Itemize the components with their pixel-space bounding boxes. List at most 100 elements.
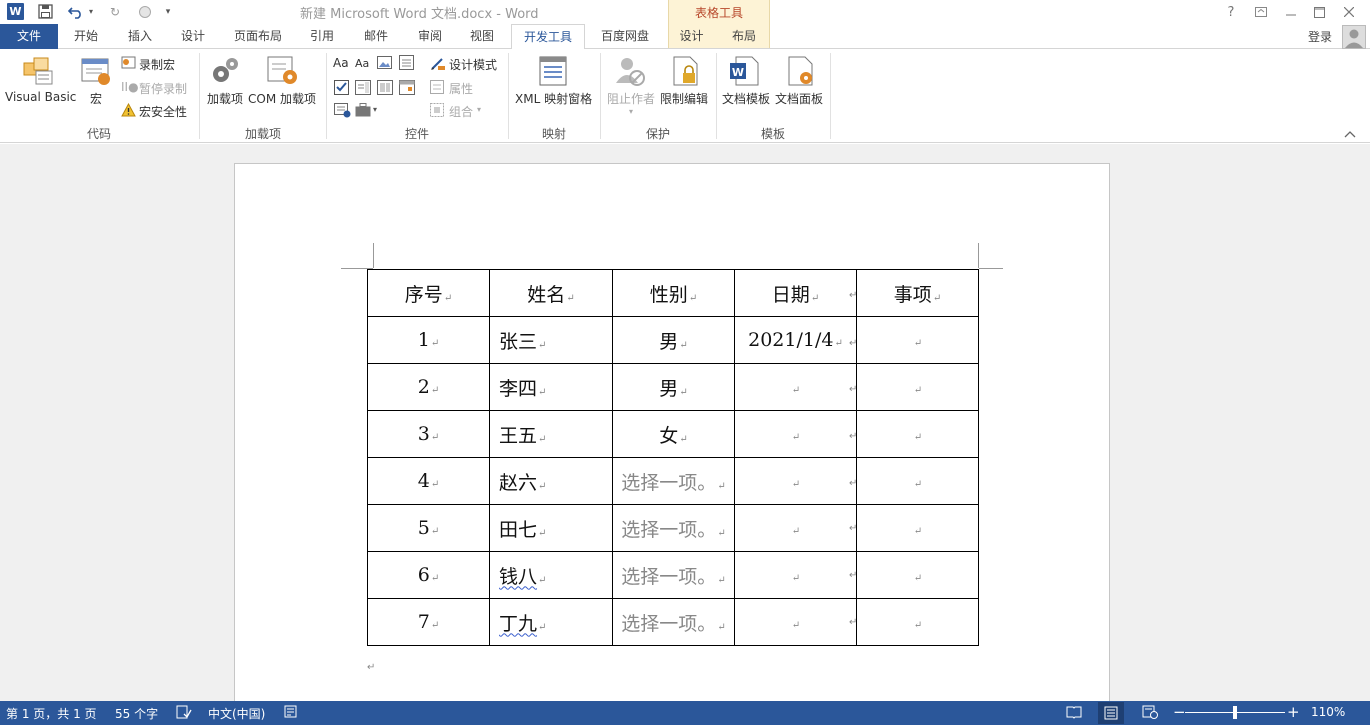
save-icon[interactable] [36,3,54,20]
data-table[interactable]: 序号↵ 姓名↵ 性别↵ 日期↵ 事项↵ 1↵ 张三↵ 男↵ 2021/1/4↵ … [367,269,979,646]
table-header-cell[interactable]: 姓名↵ [489,269,613,317]
zoom-slider-thumb[interactable] [1233,706,1237,719]
page-count[interactable]: 第 1 页，共 1 页 [6,705,97,722]
pause-recording-button[interactable]: 暂停录制 [139,80,187,97]
tab-view[interactable]: 视图 [458,24,506,49]
tab-page-layout[interactable]: 页面布局 [226,24,290,49]
group-button[interactable]: 组合 [449,103,473,120]
tab-design[interactable]: 设计 [169,24,217,49]
tab-file[interactable]: 文件 [0,24,58,49]
table-cell-gender[interactable]: 男↵ [612,316,735,364]
undo-dropdown-icon[interactable]: ▾ [86,3,96,20]
table-cell-item[interactable]: ↵ [856,316,979,364]
zoom-level[interactable]: 110% [1311,705,1345,719]
zoom-in-button[interactable]: + [1287,703,1300,721]
checkbox-control-icon[interactable] [334,80,349,98]
macro-recording-icon[interactable] [284,705,298,722]
document-template-button[interactable]: 文档模板 [722,90,770,107]
gender-dropdown-control[interactable]: 选择一项。↵ [612,504,735,552]
table-header-cell[interactable]: 序号↵ [367,269,490,317]
word-app-icon[interactable]: W [7,3,24,20]
xml-mapping-pane-button[interactable]: XML 映射窗格 [515,90,592,107]
table-cell-item[interactable]: ↵ [856,363,979,411]
read-mode-icon[interactable] [1066,705,1082,722]
visual-basic-button[interactable]: Visual Basic [5,90,76,104]
redo-icon[interactable]: ↻ [106,3,124,20]
table-header-cell[interactable]: 事项↵ [856,269,979,317]
tab-insert[interactable]: 插入 [116,24,164,49]
dropdown-list-control-icon[interactable] [377,80,393,98]
language-indicator[interactable]: 中文(中国) [208,705,265,722]
table-cell-name[interactable]: 钱八↵ [489,551,613,599]
table-cell-name[interactable]: 李四↵ [489,363,613,411]
close-icon[interactable] [1338,2,1360,22]
table-cell-name[interactable]: 丁九↵ [489,598,613,646]
repeating-section-control-icon[interactable] [334,103,352,121]
document-page[interactable]: 序号↵ 姓名↵ 性别↵ 日期↵ 事项↵ 1↵ 张三↵ 男↵ 2021/1/4↵ … [234,163,1110,701]
combo-box-control-icon[interactable] [355,80,371,98]
table-cell-date[interactable]: 2021/1/4↵ [734,316,857,364]
table-cell-no[interactable]: 6↵ [367,551,490,599]
table-cell-no[interactable]: 1↵ [367,316,490,364]
table-cell-item[interactable]: ↵ [856,551,979,599]
picture-control-icon[interactable] [377,56,392,72]
design-mode-button[interactable]: 设计模式 [449,56,497,73]
tab-references[interactable]: 引用 [298,24,346,49]
tab-home[interactable]: 开始 [62,24,110,49]
macro-security-button[interactable]: 宏安全性 [139,103,187,120]
help-button[interactable]: ? [1220,2,1242,22]
gender-dropdown-control[interactable]: 选择一项。↵ [612,598,735,646]
building-block-control-icon[interactable] [399,55,414,73]
customize-toolbar-icon[interactable]: ▾ [162,3,174,20]
table-cell-item[interactable]: ↵ [856,410,979,458]
macros-button[interactable]: 宏 [90,90,102,107]
rich-text-control-icon[interactable]: Aa [333,56,349,70]
circle-icon[interactable] [136,3,154,20]
document-area[interactable]: 序号↵ 姓名↵ 性别↵ 日期↵ 事项↵ 1↵ 张三↵ 男↵ 2021/1/4↵ … [0,144,1370,701]
legacy-tools-dropdown-icon[interactable]: ▾ [373,105,377,114]
addins-button[interactable]: 加载项 [207,90,243,107]
block-authors-button[interactable]: 阻止作者 [607,90,655,107]
group-dropdown-icon[interactable]: ▾ [477,105,481,114]
table-cell-name[interactable]: 田七↵ [489,504,613,552]
date-picker-control-icon[interactable] [399,80,415,98]
login-link[interactable]: 登录 [1308,28,1332,45]
table-cell-name[interactable]: 王五↵ [489,410,613,458]
table-cell-date[interactable]: ↵ [734,457,857,505]
record-macro-button[interactable]: 录制宏 [139,56,175,73]
document-panel-button[interactable]: 文档面板 [775,90,823,107]
proofing-icon[interactable] [176,705,192,722]
tab-table-design[interactable]: 设计 [669,24,714,49]
properties-button[interactable]: 属性 [449,80,473,97]
ribbon-display-options-icon[interactable] [1250,2,1272,22]
table-cell-date[interactable]: ↵ [734,551,857,599]
table-cell-date[interactable]: ↵ [734,598,857,646]
restrict-editing-button[interactable]: 限制编辑 [660,90,708,107]
table-cell-no[interactable]: 5↵ [367,504,490,552]
table-header-cell[interactable]: 性别↵ [612,269,735,317]
block-authors-dropdown-icon[interactable]: ▾ [629,107,633,116]
table-cell-item[interactable]: ↵ [856,457,979,505]
minimize-icon[interactable] [1280,2,1302,22]
table-cell-no[interactable]: 7↵ [367,598,490,646]
table-cell-name[interactable]: 张三↵ [489,316,613,364]
table-cell-no[interactable]: 2↵ [367,363,490,411]
table-cell-date[interactable]: ↵ [734,410,857,458]
table-cell-item[interactable]: ↵ [856,598,979,646]
gender-dropdown-control[interactable]: 选择一项。↵ [612,457,735,505]
table-cell-no[interactable]: 4↵ [367,457,490,505]
plain-text-control-icon[interactable]: Aa [355,57,369,70]
web-layout-icon[interactable] [1142,705,1158,722]
table-cell-no[interactable]: 3↵ [367,410,490,458]
tab-developer[interactable]: 开发工具 [511,24,585,50]
legacy-tools-icon[interactable] [355,103,371,120]
print-layout-icon[interactable] [1098,702,1124,724]
table-cell-name[interactable]: 赵六↵ [489,457,613,505]
avatar[interactable] [1342,25,1366,49]
gender-dropdown-control[interactable]: 选择一项。↵ [612,551,735,599]
collapse-ribbon-icon[interactable] [1344,127,1356,141]
undo-icon[interactable] [66,3,86,20]
table-cell-date[interactable]: ↵ [734,363,857,411]
tab-review[interactable]: 审阅 [406,24,454,49]
word-count[interactable]: 55 个字 [115,705,158,722]
